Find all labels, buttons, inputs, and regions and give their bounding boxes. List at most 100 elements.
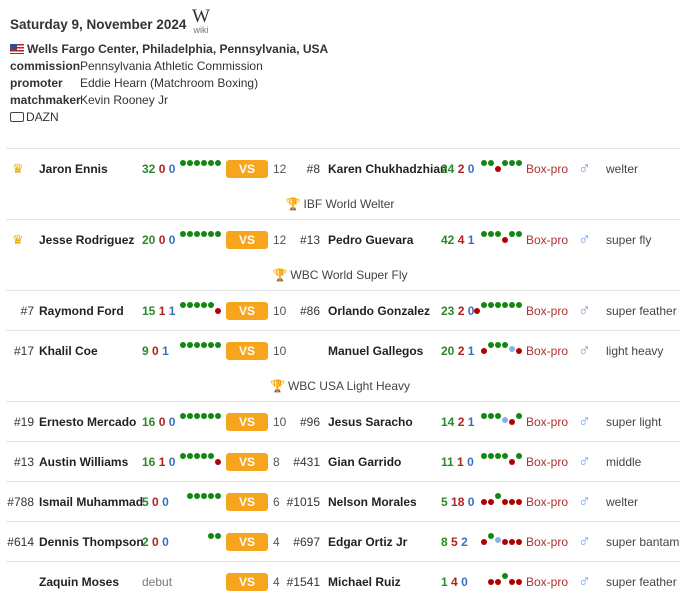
record-wins: 1 [441,575,448,589]
fighter-b-name[interactable]: Nelson Morales [328,482,417,522]
record-draws: 0 [168,233,176,247]
form-win-dot [495,302,501,308]
form-indicator [481,522,523,562]
form-win-dot [481,160,487,166]
record: 9 0 1 [142,331,169,371]
record-wins: 8 [441,535,448,549]
form-loss-dot [474,308,480,314]
form-loss-dot [215,459,221,465]
form-win-dot [495,231,501,237]
male-icon: ♂ [578,412,591,431]
sport-link[interactable]: Box-pro [526,522,568,562]
form-indicator [481,149,523,189]
form-win-dot [187,231,193,237]
fighter-a-name[interactable]: Raymond Ford [39,291,124,331]
fighter-b-name[interactable]: Michael Ruiz [328,562,401,602]
form-win-dot [215,231,221,237]
form-win-dot [481,413,487,419]
form-win-dot [215,342,221,348]
trophy-icon: 🏆 [270,379,285,393]
record-wins: 20 [441,344,455,358]
bout-row: #19 Ernesto Mercado 16 0 0 VS 10 #96 Jesus Sar… [6,401,680,442]
record-wins: 5 [142,495,149,509]
fighter-b-rank: #1541 [286,575,320,589]
fighter-b-rank: #697 [293,535,320,549]
vs-button[interactable]: VS [226,413,268,431]
wiki-label: wiki [193,25,209,35]
wikipedia-link[interactable]: W wiki [190,7,212,35]
fighter-b-name[interactable]: Pedro Guevara [328,220,413,260]
bout-row: #788 Ismail Muhammad 5 0 0 VS 6 #1015 Nelson M… [6,481,680,522]
fighter-b-name[interactable]: Orlando Gonzalez [328,291,430,331]
vs-button[interactable]: VS [226,573,268,591]
record-losses: 5 [451,535,458,549]
form-loss-dot [509,579,515,585]
record: 5 18 0 [441,482,474,522]
vs-button[interactable]: VS [226,302,268,320]
fighter-b-rank: #1015 [286,495,320,509]
fighter-b-name[interactable]: Jesus Saracho [328,402,413,442]
rounds: 10 [273,344,287,358]
fighter-b-name[interactable]: Edgar Ortiz Jr [328,522,407,562]
commission-value: Pennsylvania Athletic Commission [80,59,263,73]
sport-link[interactable]: Box-pro [526,220,568,260]
trophy-icon: 🏆 [272,268,288,282]
fighter-b-rank: #8 [306,162,320,176]
weight-class: super feather [606,304,677,318]
sport-link[interactable]: Box-pro [526,482,568,522]
vs-button[interactable]: VS [226,493,268,511]
record-draws: 2 [461,535,468,549]
sport-link[interactable]: Box-pro [526,291,568,331]
weight-class: super light [606,415,662,429]
title-name: IBF World Welter [303,197,395,211]
weight-class: welter [606,495,639,509]
fighter-b-name[interactable]: Karen Chukhadzhian [328,149,447,189]
form-loss-dot [502,539,508,545]
form-indicator [481,220,523,260]
record: 20 0 0 [142,220,175,260]
sport-link[interactable]: Box-pro [526,149,568,189]
fighter-a-name[interactable]: Jaron Ennis [39,149,108,189]
vs-button[interactable]: VS [226,160,268,178]
record-losses: 1 [158,455,166,469]
fighter-b-name[interactable]: Gian Garrido [328,442,401,482]
sport-link[interactable]: Box-pro [526,442,568,482]
vs-button[interactable]: VS [226,231,268,249]
male-icon: ♂ [578,452,591,471]
broadcaster: DAZN [26,110,59,124]
sport-link[interactable]: Box-pro [526,331,568,371]
form-win-dot [495,342,501,348]
tv-icon [10,112,24,122]
fighter-a-name[interactable]: Ismail Muhammad [39,482,143,522]
vs-button[interactable]: VS [226,533,268,551]
form-win-dot [180,302,186,308]
fighter-a-name[interactable]: Austin Williams [39,442,128,482]
form-win-dot [488,160,494,166]
fighter-b-rank: #13 [299,233,320,247]
fighter-a-name[interactable]: Dennis Thompson [39,522,144,562]
debut-label: debut [142,575,173,589]
sport-link[interactable]: Box-pro [526,562,568,602]
fighter-a-name[interactable]: Ernesto Mercado [39,402,136,442]
record: 8 5 2 [441,522,468,562]
rounds: 10 [273,304,287,318]
form-win-dot [187,493,193,499]
fighter-b-name[interactable]: Manuel Gallegos [328,331,423,371]
form-win-dot [201,160,207,166]
fighter-a-name[interactable]: Zaquin Moses [39,562,119,602]
vs-button[interactable]: VS [226,342,268,360]
sport-link[interactable]: Box-pro [526,402,568,442]
record-losses: 2 [457,162,465,176]
form-loss-dot [502,499,508,505]
form-loss-dot [488,499,494,505]
form-indicator [474,291,523,331]
record-draws: 0 [461,575,468,589]
male-icon: ♂ [578,230,591,249]
vs-button[interactable]: VS [226,453,268,471]
form-win-dot [180,453,186,459]
fighter-b-rank: #431 [293,455,320,469]
fighter-a-name[interactable]: Khalil Coe [39,331,98,371]
form-win-dot [488,453,494,459]
record-wins: 42 [441,233,455,247]
fighter-a-name[interactable]: Jesse Rodriguez [39,220,134,260]
